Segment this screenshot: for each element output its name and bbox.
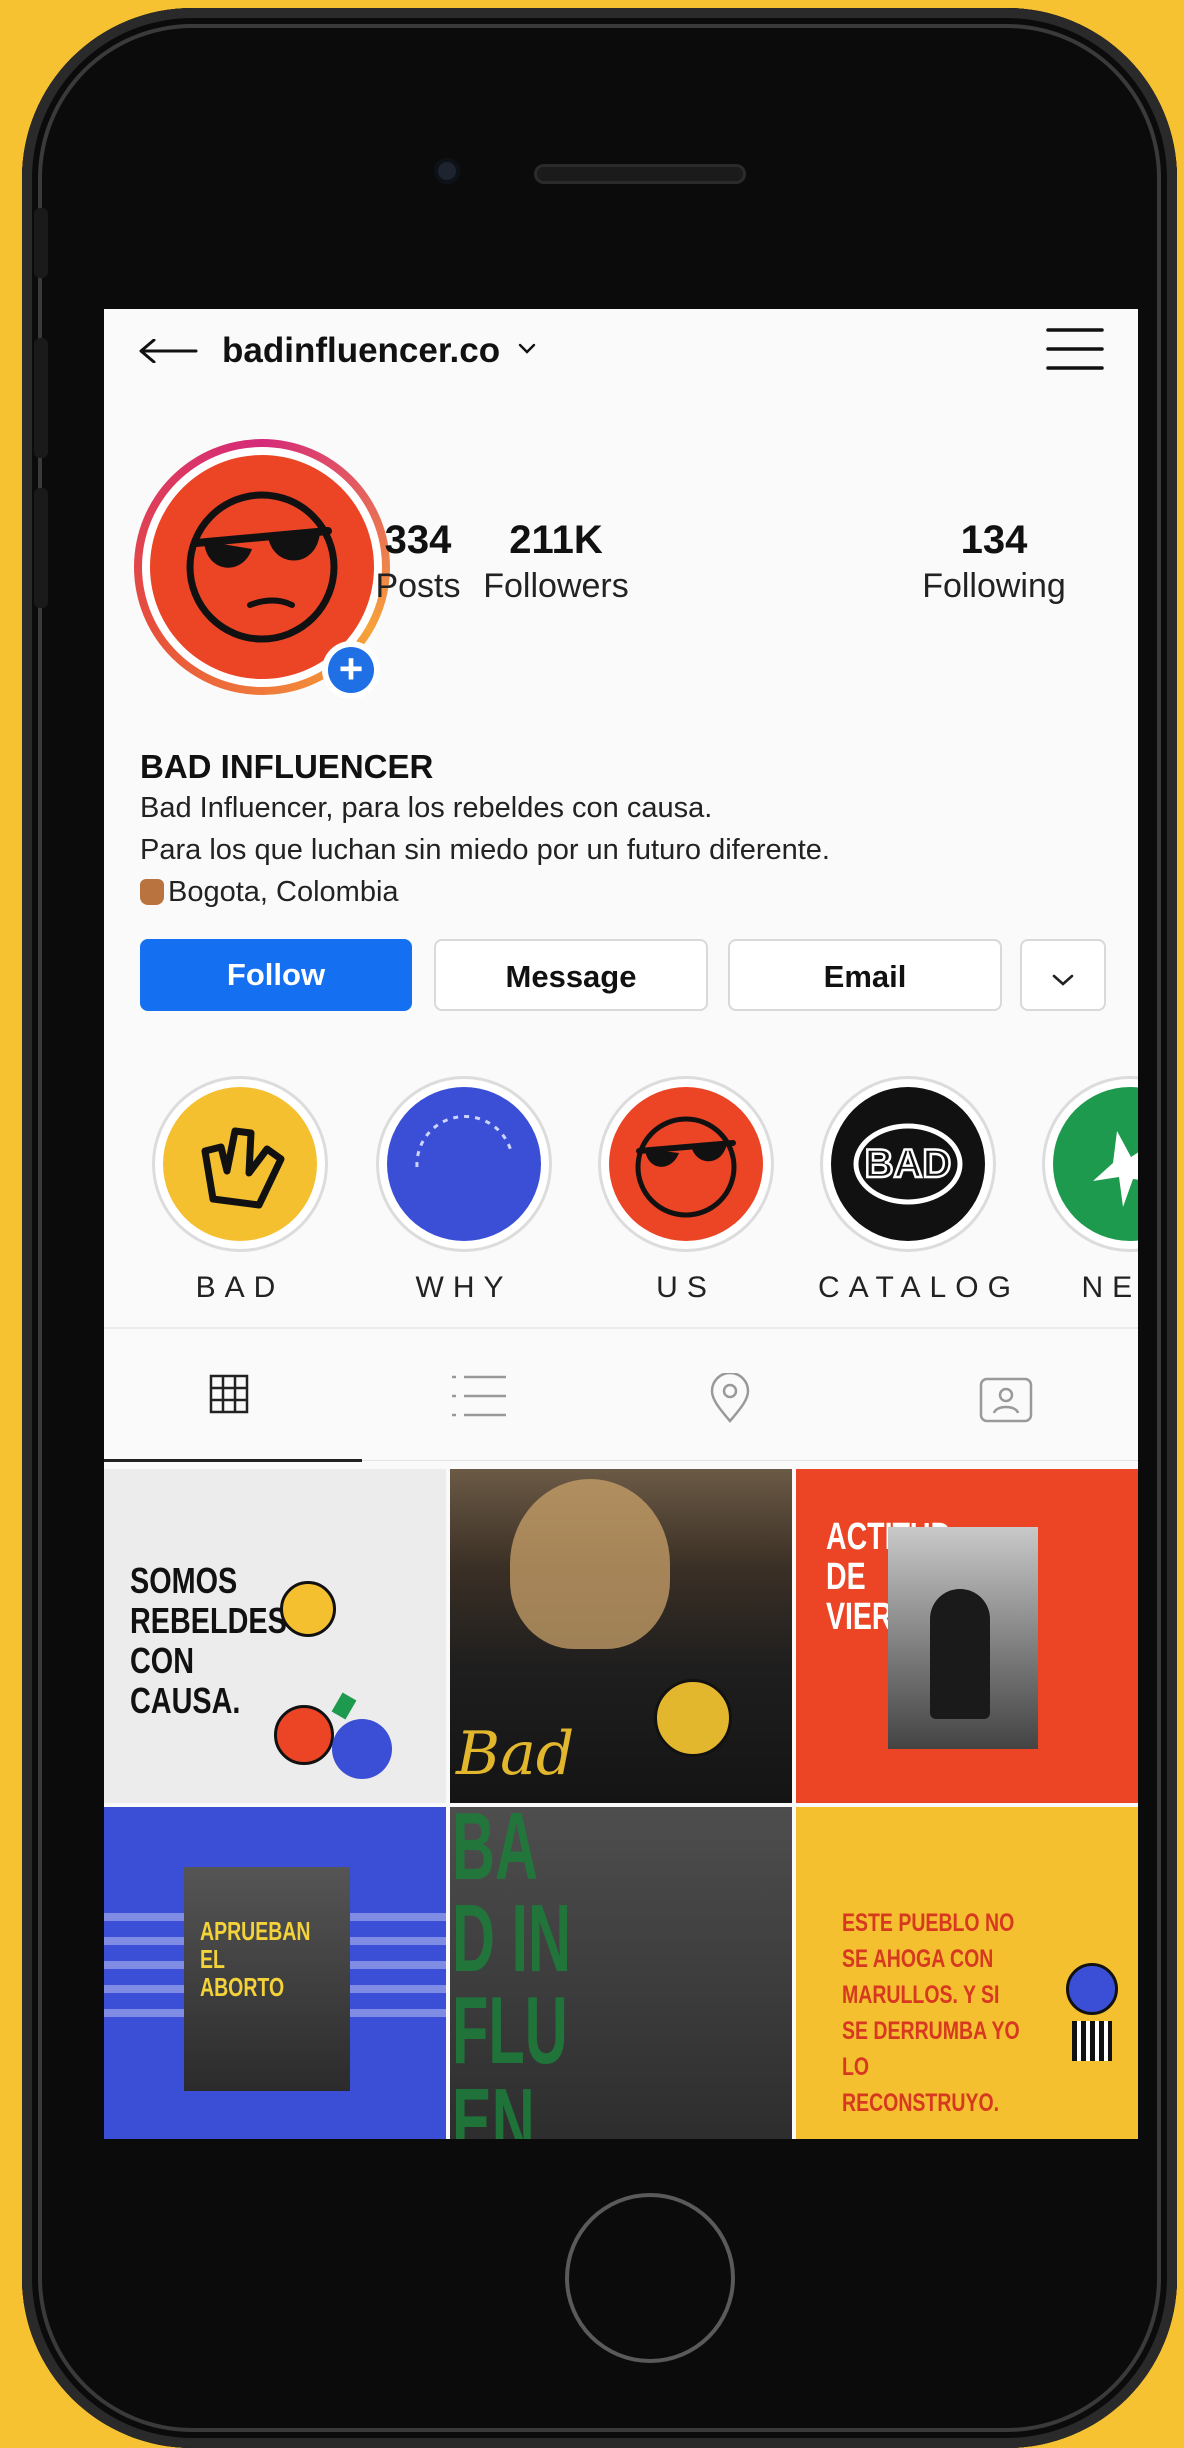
location-pin-icon bbox=[710, 1373, 750, 1423]
profile-bio: BAD INFLUENCER Bad Influencer, para los … bbox=[140, 747, 830, 913]
bad-wordmark-icon: BAD bbox=[831, 1087, 985, 1241]
top-bar: badinfluencer.co bbox=[104, 309, 1138, 393]
posts-grid: SOMOS REBELDES CON CAUSA. Bad ACTITUD DE… bbox=[104, 1469, 1138, 2139]
highlight-catalog[interactable]: BAD CATALOG bbox=[818, 1079, 1020, 1305]
green-splash-icon bbox=[331, 1692, 357, 1720]
stat-followers[interactable]: 211K Followers bbox=[456, 517, 656, 609]
highlight-label: US bbox=[656, 1271, 716, 1304]
chevron-down-icon bbox=[1052, 974, 1074, 986]
bio-line: Bad Influencer, para los rebeldes con ca… bbox=[140, 792, 713, 824]
email-button[interactable]: Email bbox=[728, 939, 1002, 1011]
post-tile[interactable]: Bad bbox=[450, 1469, 792, 1803]
instagram-profile-screen: badinfluencer.co + 334 Posts 211K Follow… bbox=[104, 309, 1138, 2139]
svg-text:BAD: BAD bbox=[865, 1142, 952, 1186]
hamburger-menu-icon[interactable] bbox=[1046, 327, 1104, 371]
post-tile[interactable]: BAD INFLUENCER #34 bbox=[450, 1807, 792, 2139]
blue-sticker-icon bbox=[332, 1719, 392, 1779]
blue-circle-logo-icon bbox=[387, 1087, 541, 1241]
highlight-label: CATALOG bbox=[818, 1271, 1020, 1304]
rock-hand-sticker-icon bbox=[280, 1581, 336, 1637]
post-tile[interactable]: ACTITUD DE VIERNES bbox=[796, 1469, 1138, 1803]
post-text: BAD INFLUENCER #34 bbox=[452, 1807, 572, 2139]
home-button[interactable] bbox=[565, 2193, 735, 2363]
location-text: Bogota, Colombia bbox=[168, 876, 399, 908]
face-sticker-icon bbox=[274, 1705, 334, 1765]
tab-location[interactable] bbox=[604, 1349, 862, 1439]
face-sticker-icon bbox=[1066, 1963, 1118, 2015]
post-tile[interactable]: APRUEBAN EL ABORTO bbox=[104, 1807, 446, 2139]
person-silhouette bbox=[930, 1589, 990, 1719]
follow-button[interactable]: Follow bbox=[140, 939, 412, 1011]
profile-username[interactable]: badinfluencer.co bbox=[222, 331, 500, 371]
post-text: Bad bbox=[456, 1719, 575, 1789]
highlight-us[interactable]: US bbox=[596, 1079, 776, 1305]
post-tile[interactable]: SOMOS REBELDES CON CAUSA. bbox=[104, 1469, 446, 1803]
model-hair-shape bbox=[510, 1479, 670, 1649]
earpiece-speaker bbox=[534, 164, 746, 184]
front-camera bbox=[434, 158, 460, 184]
mute-switch bbox=[34, 208, 48, 278]
rock-hand-icon bbox=[163, 1087, 317, 1241]
qr-code-icon bbox=[1072, 2021, 1112, 2061]
following-label: Following bbox=[922, 567, 1066, 605]
sunglasses-face-icon bbox=[609, 1087, 763, 1241]
post-tile[interactable]: ESTE PUEBLO NO SE AHOGA CON MARULLOS. Y … bbox=[796, 1807, 1138, 2139]
post-text: APRUEBAN EL ABORTO bbox=[200, 1916, 311, 2002]
highlight-label: BAD bbox=[195, 1271, 285, 1304]
back-arrow-icon[interactable] bbox=[138, 339, 198, 363]
post-text: SOMOS REBELDES CON CAUSA. bbox=[130, 1560, 287, 1721]
volume-up-button bbox=[34, 338, 48, 458]
profile-tabs bbox=[104, 1349, 1138, 1439]
list-icon bbox=[452, 1375, 506, 1417]
tab-grid[interactable] bbox=[104, 1349, 362, 1439]
grid-icon bbox=[209, 1374, 249, 1414]
followers-count: 211K bbox=[509, 518, 603, 562]
highlight-why[interactable]: WHY bbox=[374, 1079, 554, 1305]
active-tab-indicator bbox=[104, 1459, 362, 1462]
bio-location: Bogota, Colombia bbox=[140, 871, 830, 913]
more-options-button[interactable] bbox=[1020, 939, 1106, 1011]
tagged-user-icon bbox=[979, 1377, 1033, 1423]
rock-hand-emoji-icon bbox=[140, 879, 164, 905]
chevron-down-icon[interactable] bbox=[518, 343, 536, 355]
volume-down-button bbox=[34, 488, 48, 608]
message-button[interactable]: Message bbox=[434, 939, 708, 1011]
stat-following[interactable]: 134 Following bbox=[894, 517, 1094, 609]
add-story-badge[interactable]: + bbox=[322, 641, 380, 699]
post-text: ESTE PUEBLO NO SE AHOGA CON MARULLOS. Y … bbox=[842, 1909, 1020, 2117]
logo-patch-icon bbox=[654, 1679, 732, 1757]
tab-tagged[interactable] bbox=[874, 1349, 1132, 1439]
splash-icon bbox=[1053, 1087, 1138, 1241]
highlight-bad[interactable]: BAD bbox=[150, 1079, 330, 1305]
tab-feed-list[interactable] bbox=[344, 1349, 602, 1439]
plus-icon: + bbox=[328, 647, 374, 693]
bio-line: Para los que luchan sin miedo por un fut… bbox=[140, 834, 830, 866]
highlight-label: NEW bbox=[1081, 1271, 1139, 1304]
highlight-label: WHY bbox=[415, 1271, 513, 1304]
profile-name: BAD INFLUENCER bbox=[140, 748, 434, 785]
following-count: 134 bbox=[960, 518, 1028, 562]
section-divider bbox=[104, 1327, 1138, 1329]
followers-label: Followers bbox=[483, 567, 629, 605]
highlight-new[interactable]: NEW bbox=[1040, 1079, 1138, 1305]
